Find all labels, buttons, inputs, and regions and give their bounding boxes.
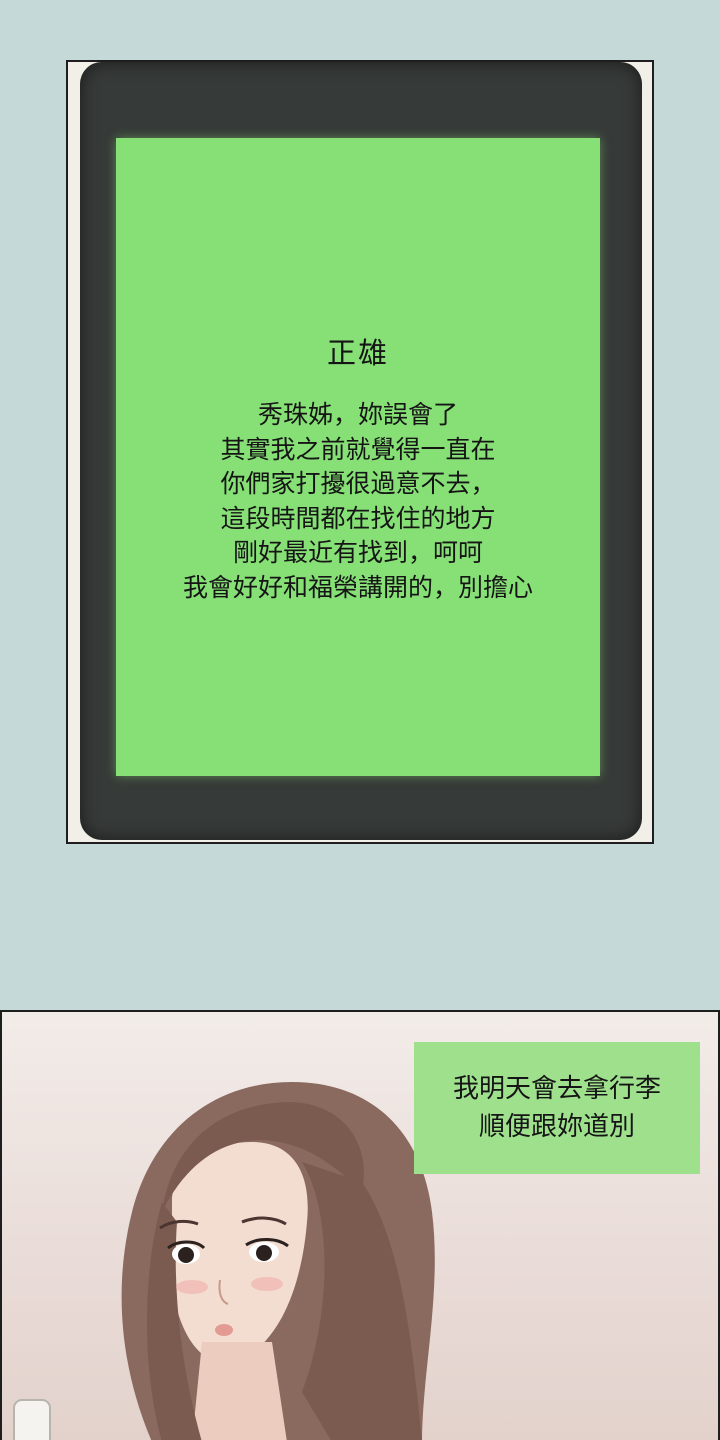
phone-device: 正雄 秀珠姊，妳誤會了 其實我之前就覺得一直在 你們家打擾很過意不去， 這段時間… bbox=[80, 62, 642, 840]
message-line: 秀珠姊，妳誤會了 bbox=[257, 400, 458, 429]
message-line: 其實我之前就覺得一直在 bbox=[220, 434, 496, 464]
message-line: 你們家打擾很過意不去， bbox=[220, 469, 496, 498]
bubble-line: 我明天會去拿行李 bbox=[452, 1074, 661, 1104]
message-line: 剛好最近有找到，呵呵 bbox=[232, 538, 483, 567]
bubble-line: 順便跟妳道別 bbox=[478, 1112, 635, 1142]
message-bubble: 我明天會去拿行李 順便跟妳道別 bbox=[414, 1042, 700, 1174]
comic-panel-phone: 正雄 秀珠姊，妳誤會了 其實我之前就覺得一直在 你們家打擾很過意不去， 這段時間… bbox=[66, 60, 654, 844]
phone-screen: 正雄 秀珠姊，妳誤會了 其實我之前就覺得一直在 你們家打擾很過意不去， 這段時間… bbox=[116, 138, 600, 776]
comic-panel-woman: 我明天會去拿行李 順便跟妳道別 bbox=[0, 1010, 720, 1440]
message-line: 我會好好和福榮講開的，別擔心 bbox=[182, 572, 533, 602]
message-line: 這段時間都在找住的地方 bbox=[220, 503, 496, 533]
message-sender: 正雄 bbox=[326, 336, 389, 370]
message-body: 秀珠姊，妳誤會了 其實我之前就覺得一直在 你們家打擾很過意不去， 這段時間都在找… bbox=[116, 398, 600, 605]
